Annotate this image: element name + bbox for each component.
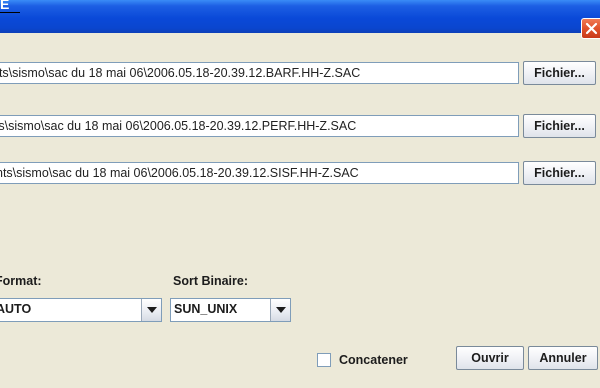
file-path-input-3[interactable]: nts\sismo\sac du 18 mai 06\2006.05.18-20… (0, 162, 519, 184)
format-select[interactable]: AUTO (0, 298, 162, 322)
browse-file-button-1[interactable]: Fichier... (523, 61, 596, 85)
close-icon (585, 22, 598, 35)
sort-label: Sort Binaire: (173, 274, 249, 288)
chevron-down-icon (276, 307, 286, 313)
browse-file-button-2[interactable]: Fichier... (523, 114, 596, 138)
file-path-input-1[interactable]: nts\sismo\sac du 18 mai 06\2006.05.18-20… (0, 62, 519, 84)
concatener-label: Concatener (339, 353, 408, 367)
file-path-input-2[interactable]: nts\sismo\sac du 18 mai 06\2006.05.18-20… (0, 115, 519, 137)
sort-dropdown-button[interactable] (270, 299, 290, 321)
format-dropdown-button[interactable] (141, 299, 161, 321)
sort-select[interactable]: SUN_UNIX (170, 298, 291, 322)
format-value: AUTO (0, 302, 32, 316)
sort-value: SUN_UNIX (174, 302, 238, 316)
chevron-down-icon (147, 307, 157, 313)
browse-file-button-3[interactable]: Fichier... (523, 161, 596, 185)
concatener-checkbox[interactable] (317, 353, 331, 367)
title-bar: E (0, 0, 600, 39)
open-button[interactable]: Ouvrir (456, 346, 524, 370)
title-mnemonic-underline (0, 12, 20, 13)
cancel-button[interactable]: Annuler (528, 346, 598, 370)
window-title: E (0, 0, 10, 12)
close-button[interactable] (581, 18, 600, 39)
format-label: Format: (0, 274, 42, 288)
